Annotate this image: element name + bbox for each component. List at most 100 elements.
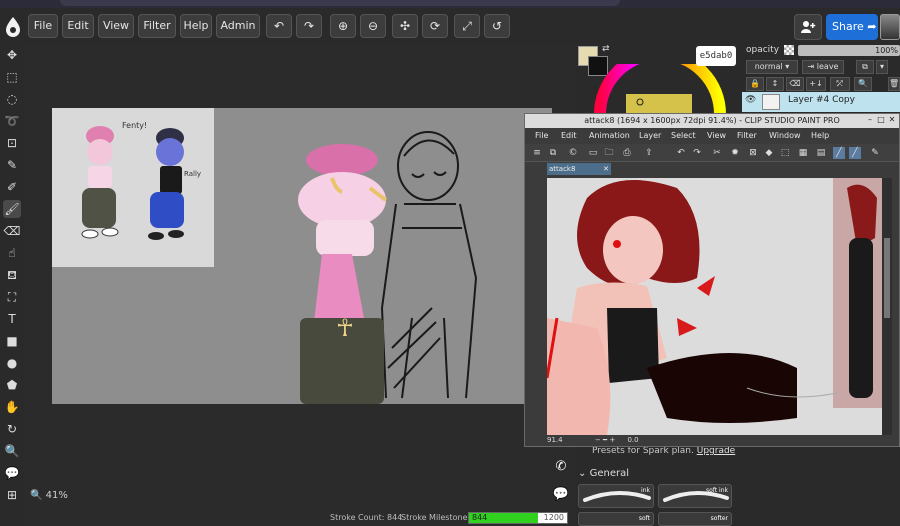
rectangle-shape-icon[interactable]: ■ (3, 332, 21, 350)
rotate-canvas-icon[interactable]: ⟳ (422, 14, 448, 38)
csp-vertical-scrollbar[interactable] (882, 178, 892, 435)
csp-undo-icon[interactable]: ↶ (675, 147, 687, 159)
close-icon[interactable]: ✕ (887, 115, 897, 125)
fill-bucket-icon[interactable]: ⛾ (3, 266, 21, 284)
hand-icon[interactable]: ✋ (3, 398, 21, 416)
csp-menu-view[interactable]: View (707, 131, 726, 140)
csp-hamburger-icon[interactable]: ≡ (531, 147, 543, 159)
upgrade-link[interactable]: Upgrade (697, 446, 735, 456)
zoom-in-icon[interactable]: ⊕ (330, 14, 356, 38)
clip-studio-window[interactable]: attack8 (1694 x 1600px 72dpi 91.4%) - CL… (524, 113, 900, 447)
csp-document-tab[interactable]: attack8 ✕ (547, 163, 611, 175)
polygon-shape-icon[interactable]: ⬟ (3, 376, 21, 394)
drawing-canvas[interactable]: Fenty! Rally ☥ (52, 108, 552, 404)
minimize-icon[interactable]: – (865, 115, 875, 125)
csp-curve-tool-icon[interactable]: ╱ (849, 147, 861, 159)
filter-menu-button[interactable]: Filter (138, 14, 176, 38)
ellipse-shape-icon[interactable]: ● (3, 354, 21, 372)
blend-mode-select[interactable]: normal ▾ (746, 60, 798, 74)
csp-tab-close-icon[interactable]: ✕ (603, 163, 609, 175)
fullscreen-icon[interactable]: ⤢ (454, 14, 480, 38)
add-user-button[interactable] (794, 14, 822, 40)
brush-icon[interactable]: 🖌 (3, 200, 21, 218)
brush-group-general[interactable]: ⌄ General (578, 468, 629, 479)
csp-transform-icon[interactable]: ⊠ (747, 147, 759, 159)
canvas-area[interactable]: Fenty! Rally ☥ 🔍 41% (24, 44, 576, 526)
csp-folder-icon[interactable]: 🗀 (603, 147, 615, 159)
brush-soft-ink[interactable]: soft ink (658, 484, 732, 508)
redo-icon[interactable]: ↷ (296, 14, 322, 38)
csp-menu-edit[interactable]: Edit (561, 131, 577, 140)
csp-settings-icon[interactable]: ✹ (729, 147, 741, 159)
brush-ink[interactable]: ink (578, 484, 654, 508)
csp-export-icon[interactable]: ⇪ (643, 147, 655, 159)
csp-zoom-value[interactable]: 91.4 (547, 436, 563, 444)
transform-icon[interactable]: ⊡ (3, 134, 21, 152)
csp-cut-icon[interactable]: ✂ (711, 147, 723, 159)
share-button[interactable]: Share ➦ (826, 14, 878, 40)
rotate-icon[interactable]: ↻ (3, 420, 21, 438)
csp-redo-icon[interactable]: ↷ (691, 147, 703, 159)
pen-icon[interactable]: ✐ (3, 178, 21, 196)
browser-url-bar[interactable] (60, 0, 620, 6)
merge-visible-icon[interactable]: ⤱ (830, 77, 850, 91)
rect-select-icon[interactable]: ⬚ (3, 68, 21, 86)
lasso-icon[interactable]: ➰ (3, 112, 21, 130)
transparency-lock-icon[interactable] (784, 45, 794, 55)
csp-zoom-controls[interactable]: − ━ + (595, 436, 618, 444)
csp-new-icon[interactable]: ▭ (587, 147, 599, 159)
csp-menu-layer[interactable]: Layer (639, 131, 661, 140)
brush-soft[interactable]: soft (578, 512, 654, 526)
eraser-icon[interactable]: ⌫ (3, 222, 21, 240)
zoom-icon[interactable]: 🔍 (3, 442, 21, 460)
duplicate-layer-icon[interactable]: ⧉ (856, 60, 874, 74)
delete-layer-icon[interactable]: 🗑 (888, 77, 900, 91)
move-layer-icon[interactable]: ↕ (766, 77, 784, 91)
undo-icon[interactable]: ↶ (266, 14, 292, 38)
csp-angle-value[interactable]: 0.0 (627, 436, 638, 444)
comment-icon[interactable]: 💬 (3, 464, 21, 482)
opacity-slider[interactable]: 100% (798, 45, 900, 56)
csp-save-icon[interactable]: ⎙ (621, 147, 633, 159)
clear-layer-icon[interactable]: ⌫ (786, 77, 804, 91)
csp-open-icon[interactable]: ⧉ (547, 147, 559, 159)
flip-canvas-icon[interactable]: ✣ (392, 14, 418, 38)
hex-color-input[interactable]: e5dab0 (696, 46, 736, 66)
search-layer-icon[interactable]: 🔍 (854, 77, 872, 91)
swap-colors-icon[interactable]: ⇄ (602, 44, 610, 54)
visibility-icon[interactable]: 👁 (745, 95, 756, 105)
csp-menu-help[interactable]: Help (811, 131, 829, 140)
view-menu-button[interactable]: View (98, 14, 134, 38)
call-icon[interactable]: ✆ (552, 458, 570, 476)
maximize-icon[interactable]: □ (876, 115, 886, 125)
csp-select-icon[interactable]: ⬚ (779, 147, 791, 159)
eyedropper-icon[interactable]: ✎ (3, 156, 21, 174)
csp-menu-file[interactable]: File (535, 131, 548, 140)
csp-scroll-thumb[interactable] (884, 238, 890, 318)
avatar[interactable] (880, 14, 900, 40)
csp-line-tool-icon[interactable]: ╱ (833, 147, 845, 159)
csp-clip-icon[interactable]: © (567, 147, 579, 159)
timelapse-icon[interactable]: ⊞ (3, 486, 21, 504)
csp-titlebar[interactable]: attack8 (1694 x 1600px 72dpi 91.4%) - CL… (525, 114, 899, 128)
csp-menu-filter[interactable]: Filter (737, 131, 757, 140)
merge-down-icon[interactable]: +↓ (806, 77, 826, 91)
text-icon[interactable]: T (3, 310, 21, 328)
smudge-icon[interactable]: ☝ (3, 244, 21, 262)
csp-grid-icon[interactable]: ▦ (797, 147, 809, 159)
color-wheel[interactable] (594, 64, 726, 114)
brush-softer[interactable]: softer (658, 512, 732, 526)
layer-row-selected[interactable]: 👁 Layer #4 Copy (742, 92, 900, 112)
csp-menu-animation[interactable]: Animation (589, 131, 630, 140)
zoom-out-icon[interactable]: ⊖ (360, 14, 386, 38)
file-menu-button[interactable]: File (28, 14, 58, 38)
chat-icon[interactable]: 💬 (552, 486, 570, 504)
move-icon[interactable]: ✥ (3, 46, 21, 64)
lock-icon[interactable]: 🔒 (746, 77, 764, 91)
leave-button[interactable]: ⇥ leave (802, 60, 844, 74)
reset-view-icon[interactable]: ↺ (484, 14, 510, 38)
admin-menu-button[interactable]: Admin (216, 14, 260, 38)
ellipse-select-icon[interactable]: ◌ (3, 90, 21, 108)
zoom-indicator[interactable]: 🔍 41% (30, 490, 68, 501)
help-menu-button[interactable]: Help (180, 14, 212, 38)
